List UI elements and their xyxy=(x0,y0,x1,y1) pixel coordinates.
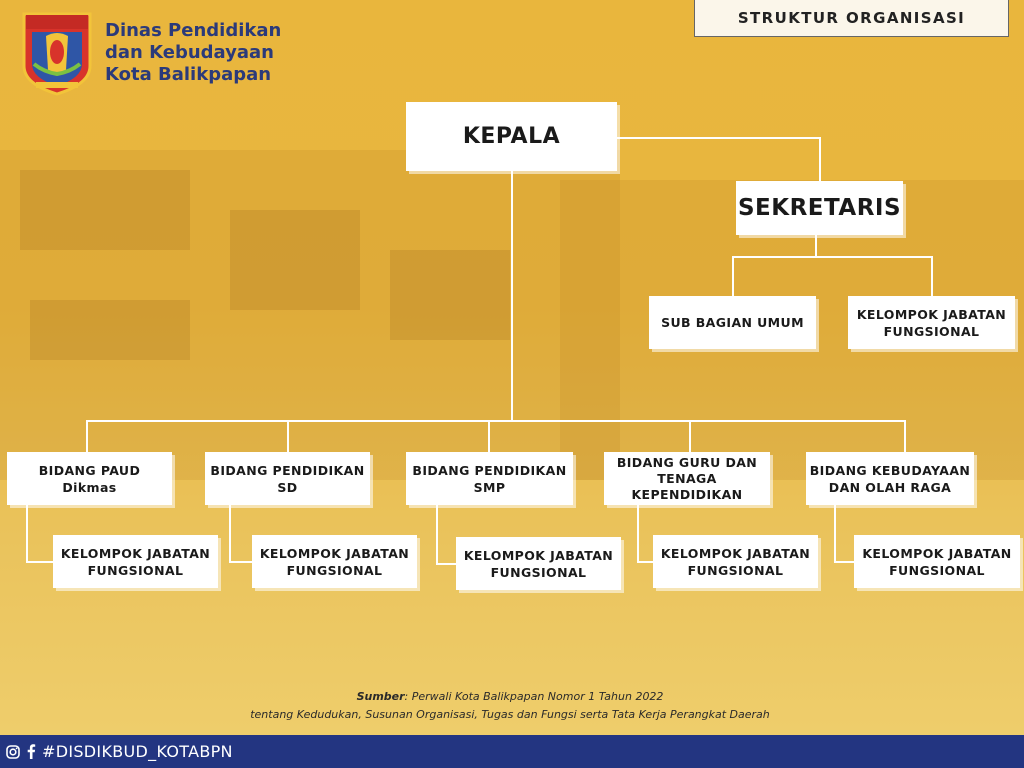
connector-line xyxy=(26,505,28,562)
city-logo xyxy=(20,10,94,96)
box-text-line: KELOMPOK JABATAN xyxy=(856,306,1007,322)
connector-line xyxy=(815,235,817,257)
org-name-line: Kota Balikpapan xyxy=(105,64,272,85)
source-line2: tentang Kedudukan, Susunan Organisasi, T… xyxy=(250,708,770,721)
building-window xyxy=(230,210,360,310)
box-text-line: KELOMPOK JABATAN xyxy=(660,545,811,561)
bidang-box: BIDANG PENDIDIKAN SMP xyxy=(406,452,573,505)
connector-line xyxy=(637,505,639,562)
connector-line xyxy=(229,561,253,563)
kelompok-jabatan-fungsional-box: KELOMPOK JABATAN FUNGSIONAL xyxy=(653,535,818,588)
box-text-line: FUNGSIONAL xyxy=(87,562,184,578)
box-text-line: TENAGA xyxy=(657,470,717,486)
box-text-line: FUNGSIONAL xyxy=(883,323,980,339)
box-text-line: DAN OLAH RAGA xyxy=(828,479,952,495)
box-text-line: BIDANG PENDIDIKAN xyxy=(412,462,567,478)
box-text-line: KEPENDIDIKAN xyxy=(631,486,743,502)
connector-line xyxy=(834,505,836,562)
instagram-icon[interactable] xyxy=(6,744,20,759)
kelompok-jabatan-fungsional-box: KELOMPOK JABATAN FUNGSIONAL xyxy=(53,535,218,588)
org-name-line: Dinas Pendidikan xyxy=(105,20,282,41)
kelompok-jabatan-fungsional-box: KELOMPOK JABATAN FUNGSIONAL xyxy=(456,537,621,590)
bidang-box: BIDANG GURU DAN TENAGA KEPENDIDIKAN xyxy=(604,452,770,505)
footer-bar: #DISDIKBUD_KOTABPN xyxy=(0,735,1024,768)
source-label: Sumber xyxy=(356,690,405,703)
connector-line xyxy=(86,420,906,422)
building-window xyxy=(20,170,190,250)
connector-line xyxy=(732,256,734,296)
bidang-box: BIDANG PAUD Dikmas xyxy=(7,452,172,505)
connector-line xyxy=(488,420,490,453)
kelompok-jabatan-fungsional-box: KELOMPOK JABATAN FUNGSIONAL xyxy=(854,535,1020,588)
page-title: STRUKTUR ORGANISASI xyxy=(694,0,1009,37)
bidang-box: BIDANG KEBUDAYAAN DAN OLAH RAGA xyxy=(806,452,974,505)
sekretaris-kelompok-jabatan-fungsional-box: KELOMPOK JABATAN FUNGSIONAL xyxy=(848,296,1015,349)
connector-line xyxy=(617,137,820,139)
org-name-line: dan Kebudayaan xyxy=(105,42,274,63)
box-text-line: BIDANG GURU DAN xyxy=(616,454,758,470)
connector-line xyxy=(287,420,289,453)
box-text-line: KELOMPOK JABATAN xyxy=(463,547,614,563)
source-line1: : Perwali Kota Balikpapan Nomor 1 Tahun … xyxy=(404,690,664,703)
connector-line xyxy=(436,563,457,565)
connector-line xyxy=(819,137,821,182)
sub-bagian-umum-box: SUB BAGIAN UMUM xyxy=(649,296,816,349)
box-text-line: FUNGSIONAL xyxy=(490,564,587,580)
connector-line xyxy=(229,505,231,562)
sekretaris-box: SEKRETARIS xyxy=(736,181,903,235)
connector-line xyxy=(86,420,88,453)
connector-line xyxy=(689,420,691,453)
connector-line xyxy=(511,171,513,421)
connector-line xyxy=(931,256,933,296)
source-note: Sumber: Perwali Kota Balikpapan Nomor 1 … xyxy=(200,688,820,724)
box-text-line: KELOMPOK JABATAN xyxy=(259,545,410,561)
box-text-line: SMP xyxy=(473,479,506,495)
kepala-box: KEPALA xyxy=(406,102,617,171)
organization-name: Dinas Pendidikan dan Kebudayaan Kota Bal… xyxy=(105,20,281,86)
connector-line xyxy=(732,256,932,258)
connector-line xyxy=(436,505,438,564)
box-text-line: BIDANG KEBUDAYAAN xyxy=(809,462,971,478)
connector-line xyxy=(834,561,855,563)
box-text-line: FUNGSIONAL xyxy=(687,562,784,578)
box-text-line: KELOMPOK JABATAN xyxy=(862,545,1012,561)
box-text-line: SD xyxy=(277,479,298,495)
box-text-line: BIDANG PAUD xyxy=(38,462,141,478)
box-text-line: FUNGSIONAL xyxy=(286,562,383,578)
box-text-line: BIDANG PENDIDIKAN xyxy=(210,462,365,478)
hashtag-text: #DISDIKBUD_KOTABPN xyxy=(42,742,233,761)
box-text-line: FUNGSIONAL xyxy=(889,562,985,578)
building-window xyxy=(30,300,190,360)
connector-line xyxy=(637,561,654,563)
kelompok-jabatan-fungsional-box: KELOMPOK JABATAN FUNGSIONAL xyxy=(252,535,417,588)
connector-line xyxy=(904,420,906,453)
facebook-icon[interactable] xyxy=(26,744,36,759)
bidang-box: BIDANG PENDIDIKAN SD xyxy=(205,452,370,505)
box-text-line: Dikmas xyxy=(62,479,117,495)
connector-line xyxy=(26,561,54,563)
building-window xyxy=(390,250,510,340)
box-text-line: KELOMPOK JABATAN xyxy=(60,545,211,561)
